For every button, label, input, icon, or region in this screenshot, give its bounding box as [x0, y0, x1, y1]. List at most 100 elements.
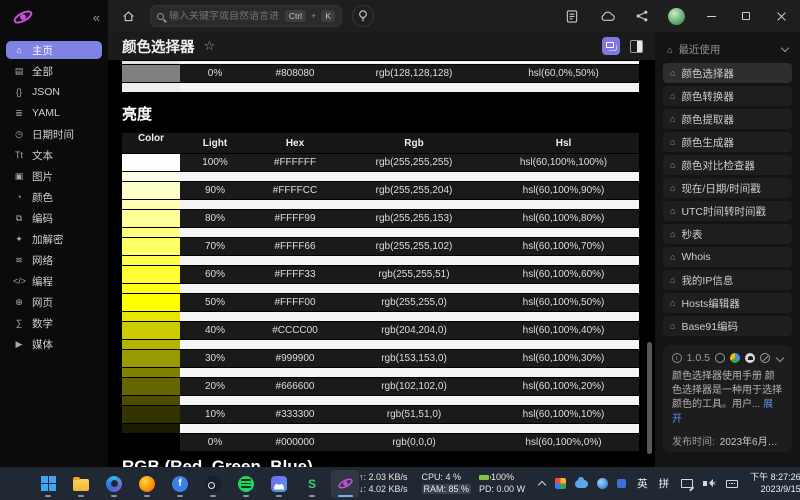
sidebar-item-label: 加解密	[32, 232, 64, 247]
battery-icon	[479, 475, 489, 480]
running-indicator	[276, 495, 282, 497]
sidebar-item-yaml[interactable]: ≣YAML	[6, 104, 102, 122]
sidebar-item-math[interactable]: ∑数学	[6, 314, 102, 332]
recent-item-5[interactable]: ⌂现在/日期/时间戳	[663, 178, 792, 198]
recent-item-8[interactable]: ⌂Whois	[663, 247, 792, 267]
cloud-sync-icon[interactable]	[598, 7, 616, 25]
recent-header[interactable]: ⌂ 最近使用	[663, 40, 792, 63]
sidebar-item-encode[interactable]: ⧉编码	[6, 209, 102, 227]
recent-item-label: 颜色选择器	[681, 66, 734, 81]
sidebar-item-all[interactable]: ▤全部	[6, 62, 102, 80]
changelog-icon[interactable]	[563, 7, 581, 25]
recent-item-9[interactable]: ⌂我的IP信息	[663, 270, 792, 290]
scrollbar-thumb[interactable]	[647, 342, 652, 454]
column-header: Light	[180, 138, 250, 149]
sidebar-item-json[interactable]: {}JSON	[6, 83, 102, 101]
sidebar-item-datetime[interactable]: ◷日期时间	[6, 125, 102, 143]
sidebar-item-color[interactable]: ◔颜色	[6, 188, 102, 206]
minimize-button[interactable]	[702, 7, 720, 25]
recent-item-label: 颜色对比检查器	[681, 158, 755, 173]
recent-item-2[interactable]: ⌂颜色提取器	[663, 109, 792, 129]
battery-widget[interactable]: 100% PD: 0.00 W	[479, 472, 525, 495]
hsl-cell: hsl(60,100%,90%)	[488, 185, 639, 196]
touch-keyboard-icon[interactable]	[726, 480, 738, 488]
translate-button[interactable]	[602, 37, 620, 55]
taskbar-app-spotify[interactable]	[232, 470, 260, 498]
tray-icons	[555, 478, 626, 489]
recent-item-4[interactable]: ⌂颜色对比检查器	[663, 155, 792, 175]
sidebar-item-label: 媒体	[32, 337, 53, 352]
chart-icon: ∑	[13, 318, 25, 328]
recent-item-label: 我的IP信息	[681, 273, 733, 288]
website-icon[interactable]	[730, 353, 740, 363]
taskbar-clock[interactable]: 下午 8:27:26 2023/9/15	[750, 472, 800, 495]
pinwheel-tray-icon[interactable]	[555, 478, 566, 489]
recent-item-6[interactable]: ⌂UTC时间转时间戳	[663, 201, 792, 221]
sidebar-item-network[interactable]: ≋网络	[6, 251, 102, 269]
lightbulb-icon[interactable]	[352, 5, 374, 27]
cpu-ram-widget[interactable]: CPU: 4 % RAM: 85 %	[422, 472, 472, 495]
user-avatar[interactable]	[668, 8, 685, 25]
favorite-star-icon[interactable]: ☆	[204, 38, 216, 54]
taskbar-app-he3[interactable]	[331, 470, 359, 498]
taskbar-app-start[interactable]	[34, 470, 62, 498]
recent-icon: ⌂	[667, 45, 672, 55]
running-indicator	[177, 495, 183, 497]
sidebar-item-crypto[interactable]: ✦加解密	[6, 230, 102, 248]
sidebar-collapse-icon[interactable]: «	[93, 10, 100, 25]
taskbar-app-edge[interactable]	[100, 470, 128, 498]
table-stripe	[122, 83, 639, 92]
recent-item-7[interactable]: ⌂秒表	[663, 224, 792, 244]
widget-tray-icon[interactable]	[617, 479, 626, 488]
start-icon	[40, 475, 57, 492]
power-draw: PD: 0.00 W	[479, 484, 525, 496]
sidebar-item-label: 图片	[32, 169, 53, 184]
taskbar-app-file-explorer[interactable]	[67, 470, 95, 498]
tray-expand-icon[interactable]	[538, 480, 546, 488]
recent-item-11[interactable]: ⌂Base91编码	[663, 316, 792, 336]
recent-item-0[interactable]: ⌂颜色选择器	[663, 63, 792, 83]
recent-item-3[interactable]: ⌂颜色生成器	[663, 132, 792, 152]
ime-indicator-en[interactable]: 英	[637, 476, 648, 491]
history-icon[interactable]	[715, 353, 725, 363]
taskbar-app-f-app[interactable]: f	[166, 470, 194, 498]
search-input[interactable]	[169, 11, 280, 22]
share-icon[interactable]	[633, 7, 651, 25]
taskbar-app-cat-app[interactable]	[265, 470, 293, 498]
recent-item-1[interactable]: ⌂颜色转换器	[663, 86, 792, 106]
battery-percent: 100%	[491, 472, 514, 482]
column-header: Rgb	[340, 138, 488, 149]
taskbar-app-screentogif[interactable]: S	[298, 470, 326, 498]
sidebar-item-image[interactable]: ▣图片	[6, 167, 102, 185]
close-button[interactable]	[772, 7, 790, 25]
panel-toggle-icon[interactable]	[630, 40, 643, 53]
verified-icon[interactable]	[760, 353, 770, 363]
home-icon[interactable]	[118, 6, 138, 26]
recent-items: ⌂颜色选择器⌂颜色转换器⌂颜色提取器⌂颜色生成器⌂颜色对比检查器⌂现在/日期/时…	[663, 63, 792, 336]
taskbar-app-firefox[interactable]	[133, 470, 161, 498]
column-header: Hex	[250, 138, 340, 149]
sidebar-item-web[interactable]: ⊕网页	[6, 293, 102, 311]
speaker-muted-icon[interactable]: ×	[703, 479, 716, 489]
sidebar-item-label: 网络	[32, 253, 53, 268]
cloud-tray-icon[interactable]	[575, 480, 588, 488]
shortcut-key-ctrl: Ctrl	[285, 10, 306, 22]
app-window: « ⌂主页 ▤全部 {}JSON ≣YAML ◷日期时间 Tt文本 ▣图片 ◔颜色 ⧉编码 ✦加解…	[0, 0, 800, 467]
he3-icon	[337, 475, 354, 492]
stripe-swatch	[122, 340, 180, 349]
sidebar-item-media[interactable]: ▶媒体	[6, 335, 102, 353]
github-icon[interactable]	[745, 353, 755, 363]
sidebar-item-text[interactable]: Tt文本	[6, 146, 102, 164]
sidebar-item-programming[interactable]: </>编程	[6, 272, 102, 290]
defender-tray-icon[interactable]	[597, 478, 608, 489]
sidebar-item-home[interactable]: ⌂主页	[6, 41, 102, 59]
tool-icon: ⌂	[670, 183, 675, 193]
maximize-button[interactable]	[737, 7, 755, 25]
taskbar-app-steam[interactable]	[199, 470, 227, 498]
pen-display-icon[interactable]	[681, 479, 693, 488]
ime-indicator-pinyin[interactable]: 拼	[659, 476, 670, 491]
search-bar[interactable]: Ctrl + K	[150, 5, 342, 27]
recent-item-10[interactable]: ⌂Hosts编辑器	[663, 293, 792, 313]
chevron-down-icon[interactable]	[776, 354, 784, 362]
network-speed-widget[interactable]: ↑: 2.03 KB/s ↓: 4.02 KB/s	[359, 472, 408, 495]
